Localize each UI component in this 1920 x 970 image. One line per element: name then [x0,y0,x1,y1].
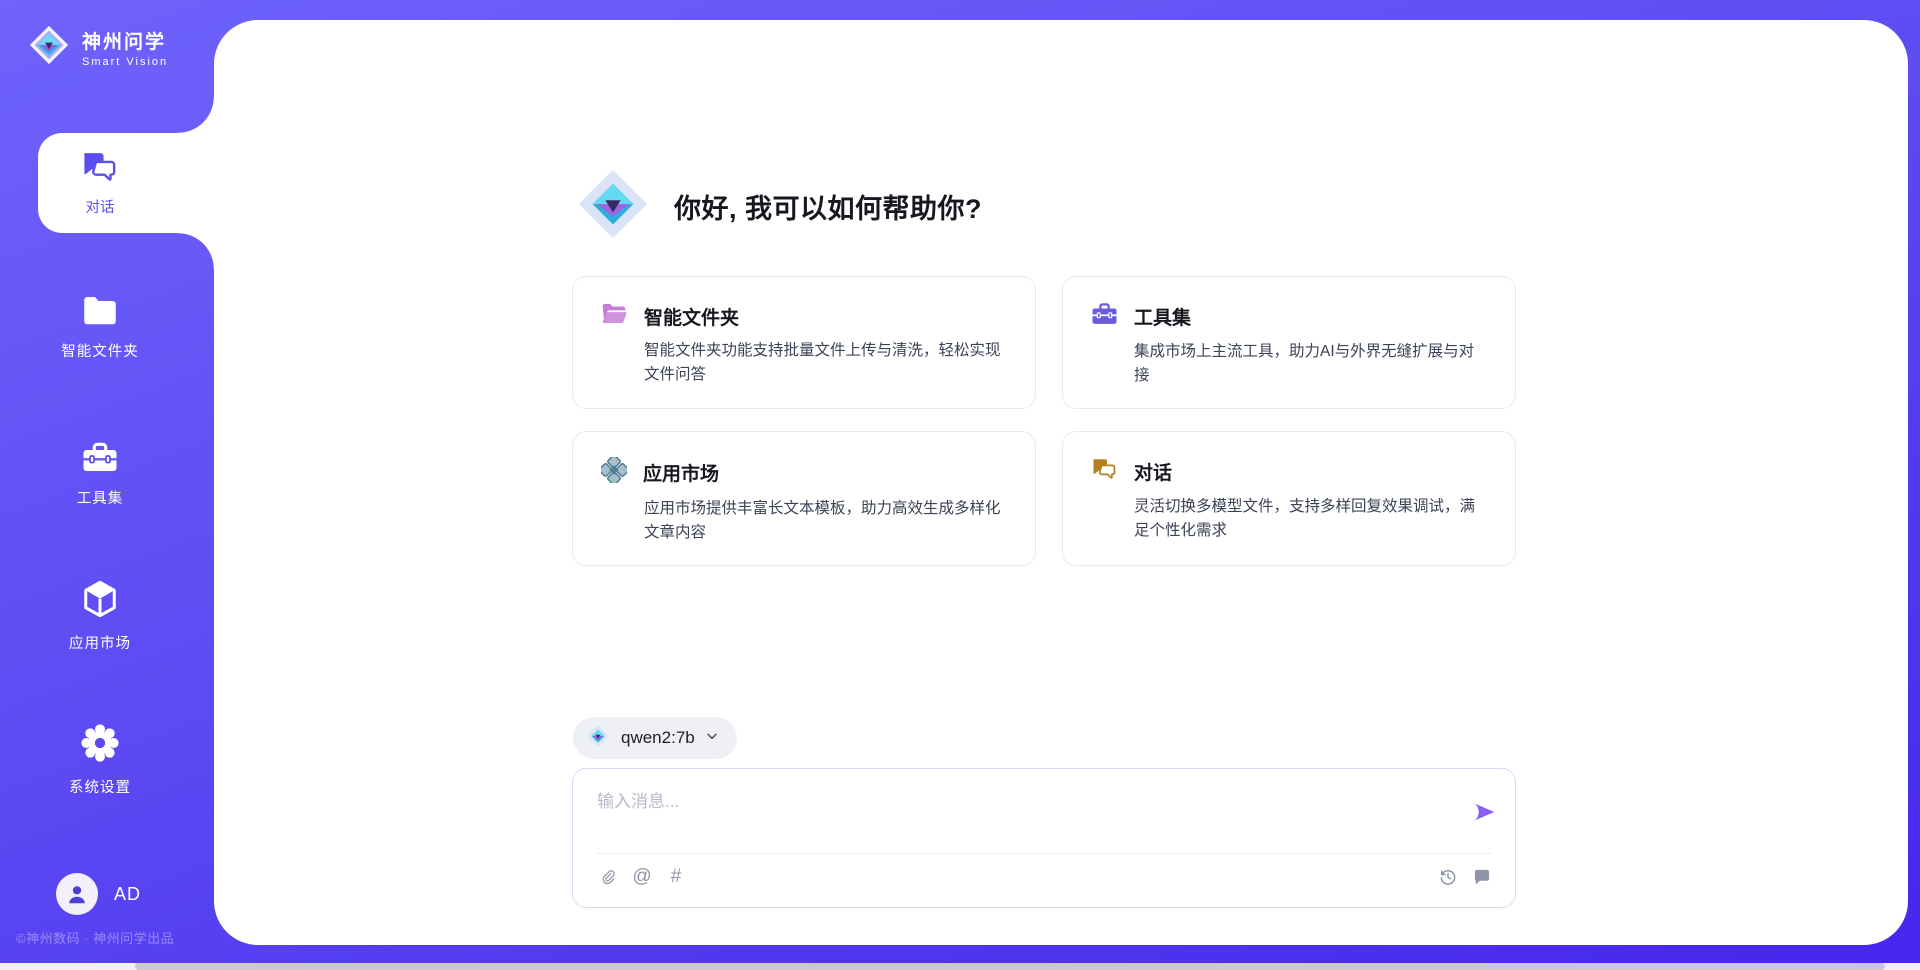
composer-toolbar: @ # [597,866,1493,888]
chat-bubbles-icon [81,150,119,189]
sidebar-item-app-market[interactable]: 应用市场 [20,578,180,654]
brand-subtitle: Smart Vision [82,56,168,68]
sidebar: 神州问学 Smart Vision 对话 智能文件夹 [0,0,214,970]
card-smart-folder[interactable]: 智能文件夹 智能文件夹功能支持批量文件上传与清洗，轻松实现文件问答 [572,276,1036,409]
sidebar-item-settings[interactable]: 系统设置 [20,722,180,798]
message-composer: @ # [572,768,1516,908]
main-panel: 你好, 我可以如何帮助你? 智能文件夹 智能文件夹功能支持批量文件上传与清洗，轻… [214,20,1908,945]
user-profile[interactable]: AD [56,873,141,915]
history-icon[interactable] [1437,866,1459,888]
horizontal-scrollbar[interactable] [0,963,1920,970]
sidebar-item-label: 对话 [86,196,115,217]
card-title: 智能文件夹 [644,303,739,330]
sidebar-item-toolset[interactable]: 工具集 [20,436,180,512]
chat-bubbles-icon [1091,457,1118,486]
sidebar-item-label: 系统设置 [69,776,131,797]
copyright-footer: ©神州数码 · 神州问学出品 [16,928,174,947]
card-description: 集成市场上主流工具，助力AI与外界无缝扩展与对接 [1134,340,1487,388]
model-name: qwen2:7b [621,728,695,748]
user-initials: AD [114,884,141,905]
send-icon[interactable] [1471,799,1497,825]
app-grid-icon [601,457,627,488]
sidebar-item-chat[interactable]: 对话 [38,133,214,233]
composer-divider [597,853,1491,854]
card-description: 灵活切换多模型文件，支持多样回复效果调试，满足个性化需求 [1134,495,1487,543]
greeting: 你好, 我可以如何帮助你? [572,163,982,250]
gear-icon [80,723,120,768]
sidebar-item-label: 智能文件夹 [61,340,139,361]
scrollbar-thumb[interactable] [135,963,1885,970]
toolbox-icon [1091,302,1118,331]
brand-name: 神州问学 [82,27,168,54]
chevron-down-icon [705,729,719,748]
mention-icon[interactable]: @ [631,866,653,888]
folder-icon [82,295,118,332]
hashtag-icon[interactable]: # [665,866,687,888]
greeting-title: 你好, 我可以如何帮助你? [674,187,982,226]
assistant-diamond-icon [572,163,654,250]
sidebar-item-label: 应用市场 [69,632,131,653]
cube-icon [81,579,119,624]
card-description: 智能文件夹功能支持批量文件上传与清洗，轻松实现文件问答 [644,339,1007,387]
sidebar-nav: 对话 智能文件夹 工具集 [0,133,214,798]
card-toolset[interactable]: 工具集 集成市场上主流工具，助力AI与外界无缝扩展与对接 [1062,276,1516,409]
card-app-market[interactable]: 应用市场 应用市场提供丰富长文本模板，助力高效生成多样化文章内容 [572,431,1036,566]
chat-bubble-icon[interactable] [1471,866,1493,888]
toolbox-icon [82,441,118,479]
brand-logo: 神州问学 Smart Vision [0,0,214,73]
message-input[interactable] [597,787,1437,845]
card-description: 应用市场提供丰富长文本模板，助力高效生成多样化文章内容 [644,497,1007,545]
model-selector[interactable]: qwen2:7b [573,717,737,759]
card-title: 对话 [1134,458,1172,485]
sidebar-item-label: 工具集 [77,487,124,508]
sidebar-item-smart-folder[interactable]: 智能文件夹 [20,290,180,366]
attach-icon[interactable] [597,866,619,888]
brand-diamond-icon [26,22,72,73]
folder-open-icon [601,302,628,330]
card-chat[interactable]: 对话 灵活切换多模型文件，支持多样回复效果调试，满足个性化需求 [1062,431,1516,566]
model-diamond-icon [585,723,611,754]
card-title: 应用市场 [643,459,719,486]
person-icon [64,881,90,907]
feature-cards: 智能文件夹 智能文件夹功能支持批量文件上传与清洗，轻松实现文件问答 工具集 集成… [572,276,1516,566]
avatar [56,873,98,915]
card-title: 工具集 [1134,303,1191,330]
